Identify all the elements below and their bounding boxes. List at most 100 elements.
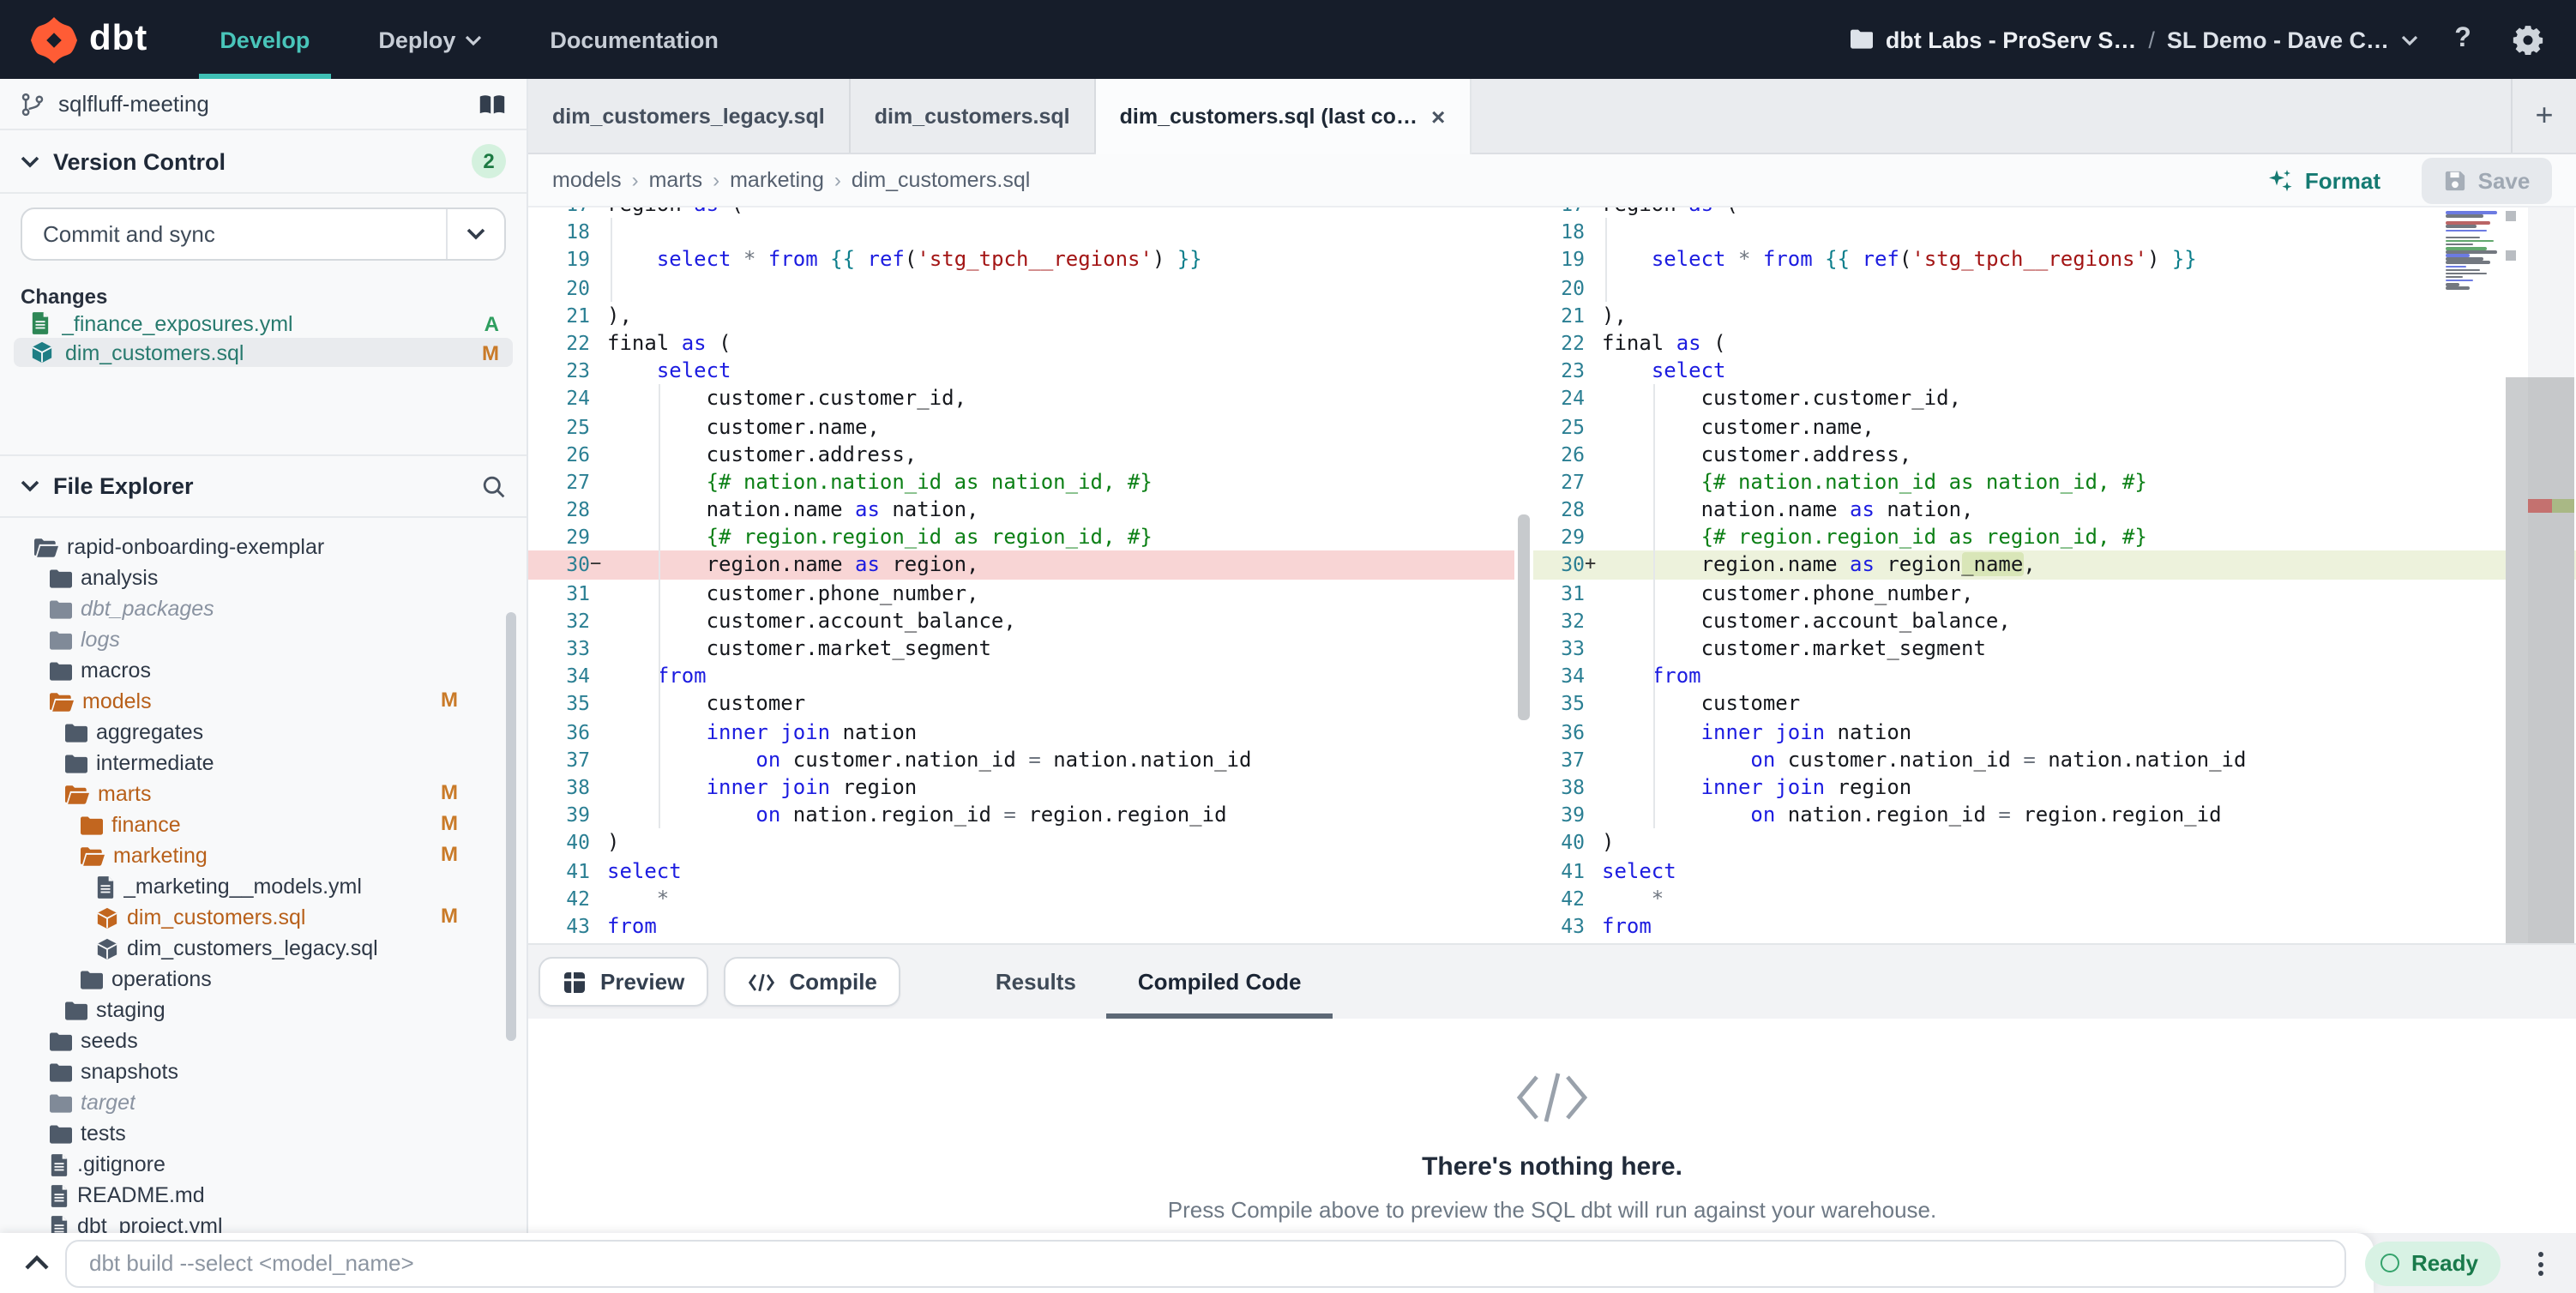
code-line[interactable]: 18 [528, 218, 1514, 245]
code-line[interactable]: 21), [1533, 302, 2576, 329]
file-tree-item[interactable]: financeM [0, 809, 527, 840]
code-line[interactable]: 25 customer.name, [1533, 412, 2576, 440]
file-tree-item[interactable]: logs [0, 624, 527, 655]
file-tree-item[interactable]: intermediate [0, 748, 527, 779]
code-line[interactable]: 39 on nation.region_id = region.region_i… [528, 801, 1514, 828]
file-tree-item[interactable]: staging [0, 995, 527, 1025]
code-line[interactable]: 38 inner join region [1533, 773, 2576, 801]
code-line[interactable]: 25 customer.name, [528, 412, 1514, 440]
code-line[interactable]: 35 customer [1533, 690, 2576, 718]
account-project-switcher[interactable]: dbt Labs - ProServ S… / SL Demo - Dave C… [1851, 27, 2418, 52]
file-tree-item[interactable]: aggregates [0, 717, 527, 748]
file-tree-item[interactable]: seeds [0, 1025, 527, 1056]
code-line[interactable]: 34 from [1533, 662, 2576, 689]
code-line[interactable]: 20 [1533, 274, 2576, 301]
compile-button[interactable]: Compile [724, 957, 901, 1007]
code-line[interactable]: 34 from [528, 662, 1514, 689]
changed-file-row[interactable]: dim_customers.sqlM [14, 338, 513, 367]
code-line[interactable]: 29 {# region.region_id as region_id, #} [528, 524, 1514, 551]
code-line[interactable]: 32 customer.account_balance, [528, 607, 1514, 634]
code-line[interactable]: 30+ region.name as region_name, [1533, 551, 2576, 579]
expand-command-bar-button[interactable] [14, 1241, 58, 1285]
file-tree-item[interactable]: snapshots [0, 1056, 527, 1087]
code-line[interactable]: 35 customer [528, 690, 1514, 718]
code-line[interactable]: 43from [1533, 912, 2576, 940]
breadcrumb-item[interactable]: dim_customers.sql [852, 168, 1030, 192]
code-line[interactable]: 42 * [1533, 884, 2576, 911]
breadcrumb-item[interactable]: models [552, 168, 622, 192]
file-tree-scrollbar[interactable] [506, 612, 516, 1041]
file-tree-item[interactable]: dim_customers.sqlM [0, 902, 527, 933]
code-line[interactable]: 30− region.name as region, [528, 551, 1514, 579]
minimap[interactable] [2442, 207, 2506, 377]
code-line[interactable]: 29 {# region.region_id as region_id, #} [1533, 524, 2576, 551]
modified-pane-scrollbar[interactable] [2506, 377, 2528, 943]
minimap-slider[interactable] [2506, 210, 2516, 220]
code-line[interactable]: 27 {# nation.nation_id as nation_id, #} [1533, 468, 2576, 496]
breadcrumb-item[interactable]: marts [649, 168, 703, 192]
nav-item-deploy[interactable]: Deploy [344, 0, 515, 79]
panel-tab-compiled-code[interactable]: Compiled Code [1107, 945, 1333, 1019]
panel-tab-results[interactable]: Results [965, 945, 1107, 1019]
file-explorer-header[interactable]: File Explorer [0, 454, 527, 518]
file-tree-item[interactable]: dbt_packages [0, 593, 527, 624]
code-line[interactable]: 33 customer.market_segment [1533, 634, 2576, 662]
diff-pane-modified[interactable]: 17region as (1819 select * from {{ ref('… [1533, 207, 2576, 943]
file-tree-item[interactable]: marketingM [0, 840, 527, 871]
kebab-menu-button[interactable] [2525, 1247, 2555, 1281]
changed-file-row[interactable]: _finance_exposures.ymlA [14, 309, 513, 338]
version-control-header[interactable]: Version Control 2 [0, 130, 527, 194]
help-button[interactable]: ? [2442, 19, 2483, 60]
code-line[interactable]: 36 inner join nation [1533, 718, 2576, 745]
breadcrumb-item[interactable]: marketing [730, 168, 824, 192]
scrollbar-thumb[interactable] [1518, 514, 1530, 720]
file-tree-item[interactable]: macros [0, 655, 527, 686]
settings-gear-button[interactable] [2507, 19, 2549, 60]
file-tree-item[interactable]: _marketing__models.yml [0, 871, 527, 902]
preview-button[interactable]: Preview [539, 957, 708, 1007]
code-line[interactable]: 32 customer.account_balance, [1533, 607, 2576, 634]
code-line[interactable]: 19 select * from {{ ref('stg_tpch__regio… [1533, 246, 2576, 274]
file-tree-item[interactable]: analysis [0, 562, 527, 593]
code-line[interactable]: 22final as ( [1533, 329, 2576, 357]
code-line[interactable]: 40) [1533, 829, 2576, 857]
search-icon[interactable] [482, 474, 506, 498]
code-line[interactable]: 22final as ( [528, 329, 1514, 357]
dbt-logo[interactable]: dbt [0, 0, 185, 79]
editor-tab[interactable]: dim_customers.sql (last co…× [1096, 79, 1472, 154]
file-tree-item[interactable]: target [0, 1087, 527, 1118]
nav-item-documentation[interactable]: Documentation [515, 0, 753, 79]
file-tree-item[interactable]: tests [0, 1118, 527, 1149]
code-line[interactable]: 37 on customer.nation_id = nation.nation… [528, 746, 1514, 773]
code-line[interactable]: 23 select [528, 357, 1514, 384]
code-line[interactable]: 19 select * from {{ ref('stg_tpch__regio… [528, 246, 1514, 274]
code-line[interactable]: 23 select [1533, 357, 2576, 384]
code-line[interactable]: 38 inner join region [528, 773, 1514, 801]
file-tree-item[interactable]: dim_customers_legacy.sql [0, 933, 527, 964]
code-line[interactable]: 42 * [528, 884, 1514, 911]
overview-ruler-thumb[interactable] [2528, 377, 2574, 943]
minimap-slider[interactable] [2506, 250, 2516, 261]
code-line[interactable]: 21), [528, 302, 1514, 329]
code-line[interactable]: 41select [1533, 857, 2576, 884]
save-button[interactable]: Save [2422, 157, 2552, 203]
nav-item-develop[interactable]: Develop [185, 0, 344, 79]
file-tree-item[interactable]: operations [0, 964, 527, 995]
file-tree-item[interactable]: martsM [0, 779, 527, 809]
format-button[interactable]: Format [2267, 167, 2380, 193]
code-line[interactable]: 40) [528, 829, 1514, 857]
code-line[interactable]: 26 customer.address, [1533, 440, 2576, 467]
code-line[interactable]: 28 nation.name as nation, [1533, 496, 2576, 523]
code-line[interactable]: 24 customer.customer_id, [1533, 385, 2576, 412]
code-line[interactable]: 17region as ( [528, 207, 1514, 218]
code-line[interactable]: 43from [528, 912, 1514, 940]
commit-options-chevron[interactable] [446, 209, 504, 259]
code-line[interactable]: 24 customer.customer_id, [528, 385, 1514, 412]
code-line[interactable]: 26 customer.address, [528, 440, 1514, 467]
original-pane-scrollbar[interactable] [1514, 207, 1533, 943]
code-line[interactable]: 27 {# nation.nation_id as nation_id, #} [528, 468, 1514, 496]
code-line[interactable]: 20 [528, 274, 1514, 301]
code-line[interactable]: 37 on customer.nation_id = nation.nation… [1533, 746, 2576, 773]
code-line[interactable]: 39 on nation.region_id = region.region_i… [1533, 801, 2576, 828]
commit-and-sync-button[interactable]: Commit and sync [21, 207, 506, 261]
